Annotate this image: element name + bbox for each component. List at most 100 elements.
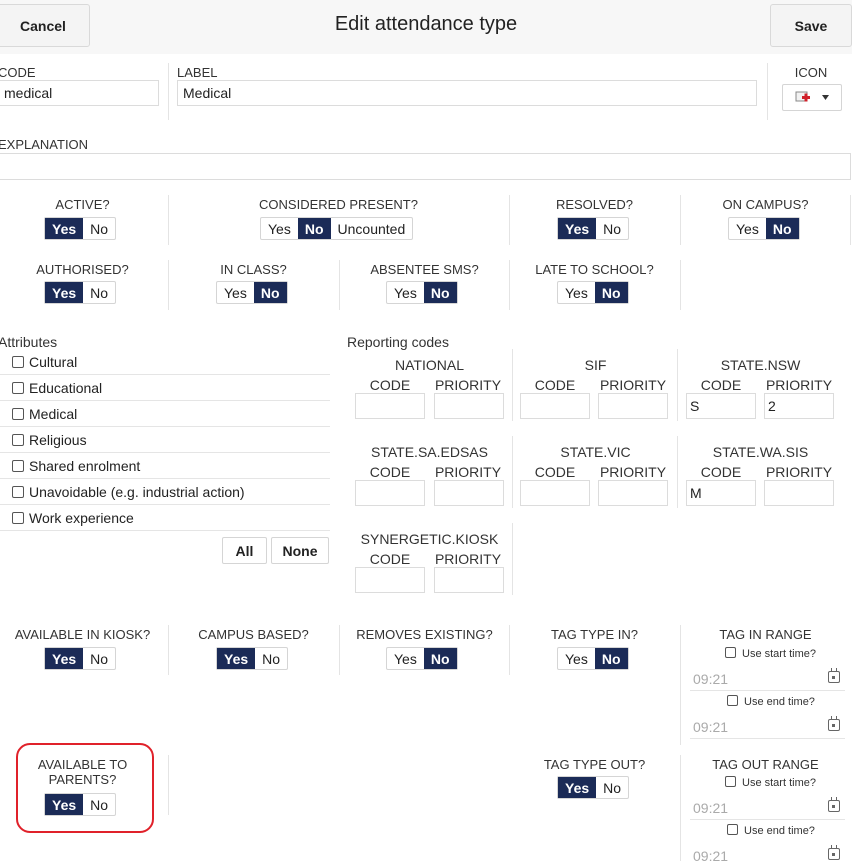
reporting-priority-input[interactable] bbox=[598, 393, 668, 419]
active-no[interactable]: No bbox=[83, 218, 115, 239]
available-in-kiosk-toggle[interactable]: Yes No bbox=[44, 647, 117, 670]
tag-in-end-time[interactable]: 09:21 bbox=[690, 713, 845, 739]
calendar-icon[interactable] bbox=[828, 797, 840, 812]
late-to-school-no[interactable]: No bbox=[594, 282, 628, 303]
code-input[interactable] bbox=[0, 80, 159, 106]
active-yes[interactable]: Yes bbox=[45, 218, 84, 239]
active-toggle[interactable]: Yes No bbox=[44, 217, 117, 240]
tag-in-start-time[interactable]: 09:21 bbox=[690, 665, 845, 691]
in-class-yes[interactable]: Yes bbox=[217, 282, 254, 303]
use-end-label: Use end time? bbox=[744, 825, 815, 837]
label-input[interactable] bbox=[177, 80, 757, 106]
on-campus-no[interactable]: No bbox=[765, 218, 799, 239]
attribute-item[interactable]: Shared enrolment bbox=[0, 453, 330, 479]
attribute-item[interactable]: Work experience bbox=[0, 505, 330, 531]
considered-present-uncounted[interactable]: Uncounted bbox=[331, 218, 413, 239]
checkbox[interactable] bbox=[12, 511, 24, 524]
removes-existing-toggle[interactable]: Yes No bbox=[386, 647, 458, 670]
checkbox[interactable] bbox=[725, 776, 736, 787]
tag-type-in-toggle[interactable]: Yes No bbox=[557, 647, 629, 670]
attribute-item[interactable]: Educational bbox=[0, 375, 330, 401]
late-to-school-yes[interactable]: Yes bbox=[558, 282, 595, 303]
divider bbox=[680, 755, 681, 861]
tag-out-use-start[interactable]: Use start time? bbox=[725, 776, 816, 789]
reporting-priority-input[interactable] bbox=[434, 567, 504, 593]
checkbox[interactable] bbox=[12, 407, 24, 420]
attribute-item[interactable]: Unavoidable (e.g. industrial action) bbox=[0, 479, 330, 505]
checkbox[interactable] bbox=[727, 695, 738, 706]
checkbox[interactable] bbox=[12, 355, 24, 368]
select-none-button[interactable]: None bbox=[271, 537, 329, 564]
reporting-code-input[interactable]: S bbox=[686, 393, 756, 419]
campus-based-yes[interactable]: Yes bbox=[217, 648, 256, 669]
considered-present-toggle[interactable]: Yes No Uncounted bbox=[260, 217, 414, 240]
priority-header: PRIORITY bbox=[599, 377, 667, 393]
tag-out-end-time[interactable]: 09:21 bbox=[690, 842, 845, 868]
authorised-toggle[interactable]: Yes No bbox=[44, 281, 117, 304]
priority-header: PRIORITY bbox=[765, 377, 833, 393]
reporting-priority-input[interactable] bbox=[434, 393, 504, 419]
checkbox[interactable] bbox=[12, 433, 24, 446]
on-campus-yes[interactable]: Yes bbox=[729, 218, 766, 239]
tag-out-start-time[interactable]: 09:21 bbox=[690, 794, 845, 820]
considered-present-yes[interactable]: Yes bbox=[261, 218, 298, 239]
reporting-code-input[interactable] bbox=[520, 480, 590, 506]
removes-existing-yes[interactable]: Yes bbox=[387, 648, 424, 669]
authorised-no[interactable]: No bbox=[83, 282, 115, 303]
reporting-priority-input[interactable]: 2 bbox=[764, 393, 834, 419]
attribute-label: Unavoidable (e.g. industrial action) bbox=[29, 483, 245, 500]
checkbox[interactable] bbox=[725, 647, 736, 658]
late-to-school-toggle[interactable]: Yes No bbox=[557, 281, 629, 304]
absentee-sms-toggle[interactable]: Yes No bbox=[386, 281, 458, 304]
tag-type-out-yes[interactable]: Yes bbox=[558, 777, 597, 798]
tag-type-out-toggle[interactable]: Yes No bbox=[557, 776, 630, 799]
checkbox[interactable] bbox=[12, 459, 24, 472]
tag-type-in-no[interactable]: No bbox=[594, 648, 628, 669]
divider bbox=[339, 260, 340, 310]
attribute-item[interactable]: Cultural bbox=[0, 349, 330, 375]
absentee-sms-no[interactable]: No bbox=[423, 282, 457, 303]
tag-out-use-end[interactable]: Use end time? bbox=[727, 824, 815, 837]
reporting-code-input[interactable]: M bbox=[686, 480, 756, 506]
resolved-no[interactable]: No bbox=[596, 218, 628, 239]
tag-in-use-start[interactable]: Use start time? bbox=[725, 647, 816, 660]
tag-type-in-yes[interactable]: Yes bbox=[558, 648, 595, 669]
authorised-yes[interactable]: Yes bbox=[45, 282, 84, 303]
removes-existing-no[interactable]: No bbox=[423, 648, 457, 669]
attribute-item[interactable]: Religious bbox=[0, 427, 330, 453]
save-button[interactable]: Save bbox=[770, 4, 852, 47]
medical-cross-icon bbox=[795, 91, 810, 102]
divider bbox=[509, 260, 510, 310]
tag-type-out-no[interactable]: No bbox=[596, 777, 628, 798]
considered-present-no[interactable]: No bbox=[297, 218, 331, 239]
campus-based-toggle[interactable]: Yes No bbox=[216, 647, 289, 670]
reporting-priority-input[interactable] bbox=[764, 480, 834, 506]
in-class-no[interactable]: No bbox=[253, 282, 287, 303]
icon-picker[interactable] bbox=[782, 84, 842, 111]
calendar-icon[interactable] bbox=[828, 716, 840, 731]
select-all-button[interactable]: All bbox=[222, 537, 267, 564]
tag-in-use-end[interactable]: Use end time? bbox=[727, 695, 815, 708]
reporting-priority-input[interactable] bbox=[434, 480, 504, 506]
checkbox[interactable] bbox=[727, 824, 738, 835]
reporting-code-input[interactable] bbox=[355, 567, 425, 593]
attribute-item[interactable]: Medical bbox=[0, 401, 330, 427]
resolved-toggle[interactable]: Yes No bbox=[557, 217, 630, 240]
campus-based-no[interactable]: No bbox=[255, 648, 287, 669]
reporting-code-input[interactable] bbox=[355, 393, 425, 419]
calendar-icon[interactable] bbox=[828, 668, 840, 683]
reporting-code-input[interactable] bbox=[520, 393, 590, 419]
reporting-code-input[interactable] bbox=[355, 480, 425, 506]
reporting-priority-input[interactable] bbox=[598, 480, 668, 506]
resolved-yes[interactable]: Yes bbox=[558, 218, 597, 239]
absentee-sms-yes[interactable]: Yes bbox=[387, 282, 424, 303]
available-in-kiosk-no[interactable]: No bbox=[83, 648, 115, 669]
available-in-kiosk-yes[interactable]: Yes bbox=[45, 648, 84, 669]
checkbox[interactable] bbox=[12, 485, 24, 498]
checkbox[interactable] bbox=[12, 381, 24, 394]
on-campus-toggle[interactable]: Yes No bbox=[728, 217, 800, 240]
calendar-icon[interactable] bbox=[828, 845, 840, 860]
explanation-input[interactable] bbox=[0, 153, 851, 180]
in-class-toggle[interactable]: Yes No bbox=[216, 281, 288, 304]
code-label: CODE bbox=[0, 65, 36, 80]
